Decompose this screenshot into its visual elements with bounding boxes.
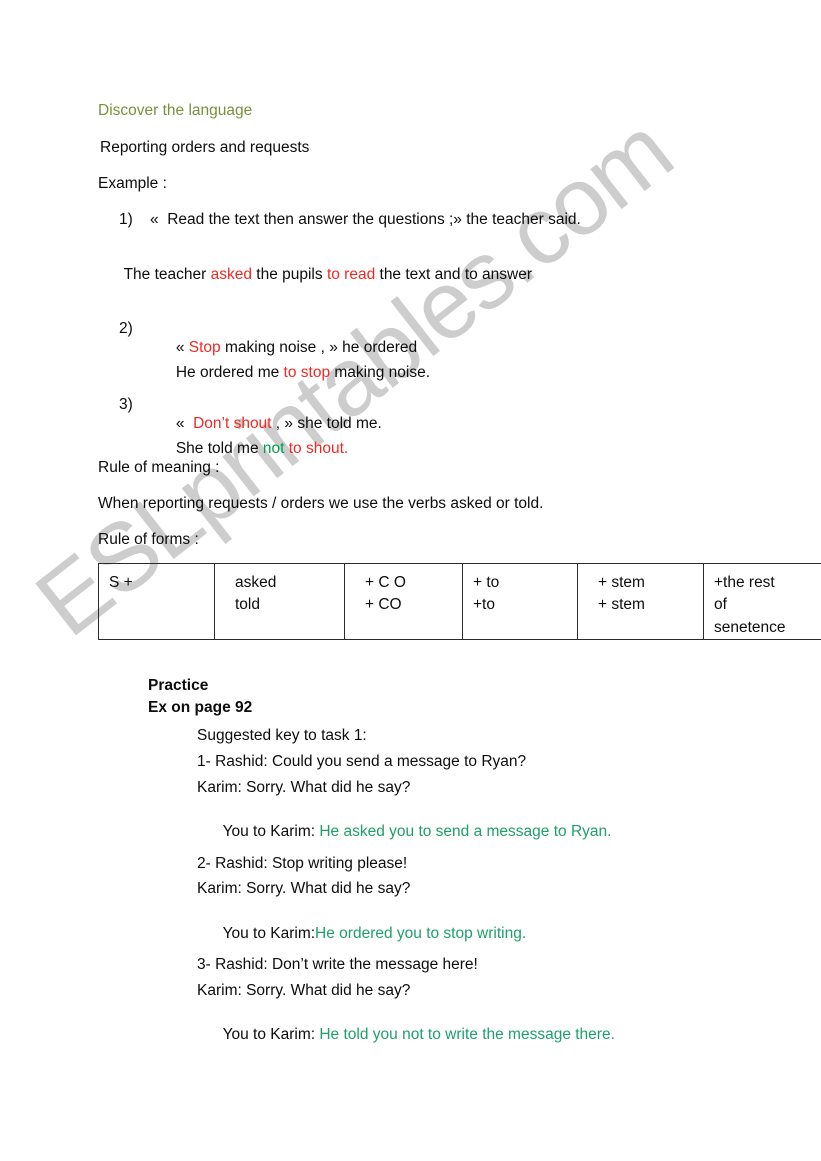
- worksheet-page: ESLprintables.com Discover the language …: [0, 0, 821, 1161]
- practice-item-2-prompt: 2- Rashid: Stop writing please!: [197, 855, 408, 872]
- answer-seg-highlight: to stop: [283, 363, 331, 381]
- answer-seg-negation: not: [262, 439, 285, 457]
- example-1-answer: The teacher asked the pupils to read the…: [98, 247, 532, 303]
- example-2-number: 2): [119, 320, 133, 337]
- table-cell-rest: +the rest of senetence: [703, 562, 821, 641]
- table-cell-to: + to +to: [462, 562, 578, 641]
- answer-label: You to Karim:: [222, 924, 316, 942]
- answer-seg: The teacher: [123, 265, 211, 283]
- rule-of-meaning-text: When reporting requests / orders we use …: [98, 495, 544, 512]
- answer-label: You to Karim:: [222, 822, 320, 840]
- practice-item-2-reply: Karim: Sorry. What did he say?: [197, 880, 411, 897]
- table-cell-object: + C O + CO: [344, 562, 463, 641]
- answer-seg: She told me: [175, 439, 263, 457]
- rule-of-forms-table: S + asked told + C O + CO + to +to + ste…: [98, 562, 821, 641]
- practice-item-1-answer: You to Karim: He asked you to send a mes…: [197, 804, 612, 860]
- table-cell-stem: + stem + stem: [577, 562, 704, 641]
- practice-key-label: Suggested key to task 1:: [197, 727, 367, 744]
- answer-seg-highlight: to shout.: [288, 439, 349, 457]
- answer-seg-highlight: asked: [210, 265, 252, 283]
- table-cell-subject: S +: [98, 562, 215, 641]
- table-row: S + asked told + C O + CO + to +to + ste…: [98, 562, 821, 641]
- example-1-quote: « Read the text then answer the question…: [150, 211, 581, 228]
- example-3-number: 3): [119, 396, 133, 413]
- answer-text: He told you not to write the message the…: [319, 1025, 615, 1043]
- answer-text: He asked you to send a message to Ryan.: [319, 822, 612, 840]
- practice-item-1-reply: Karim: Sorry. What did he say?: [197, 779, 411, 796]
- table-cell-verb: asked told: [214, 562, 345, 641]
- practice-item-3-answer: You to Karim: He told you not to write t…: [197, 1007, 615, 1063]
- practice-item-2-answer: You to Karim:He ordered you to stop writ…: [197, 906, 527, 962]
- answer-text: He ordered you to stop writing.: [315, 924, 527, 942]
- example-1-number: 1): [119, 211, 133, 228]
- answer-seg-highlight: to read: [326, 265, 376, 283]
- example-label: Example :: [98, 175, 167, 192]
- rule-of-meaning-label: Rule of meaning :: [98, 459, 220, 476]
- answer-seg: the pupils: [251, 265, 327, 283]
- subtitle: Reporting orders and requests: [100, 139, 310, 156]
- section-heading: Discover the language: [98, 102, 253, 119]
- example-2-answer: He ordered me to stop making noise.: [150, 345, 430, 401]
- answer-label: You to Karim:: [222, 1025, 320, 1043]
- practice-item-3-prompt: 3- Rashid: Don’t write the message here!: [197, 956, 478, 973]
- rule-of-forms-label: Rule of forms :: [98, 531, 199, 548]
- answer-seg: making noise.: [330, 363, 431, 381]
- answer-seg: the text and to answer: [375, 265, 533, 283]
- practice-exercise: Ex on page 92: [148, 699, 253, 716]
- answer-seg: He ordered me: [175, 363, 284, 381]
- practice-title: Practice: [148, 677, 209, 694]
- practice-item-3-reply: Karim: Sorry. What did he say?: [197, 982, 411, 999]
- practice-item-1-prompt: 1- Rashid: Could you send a message to R…: [197, 753, 527, 770]
